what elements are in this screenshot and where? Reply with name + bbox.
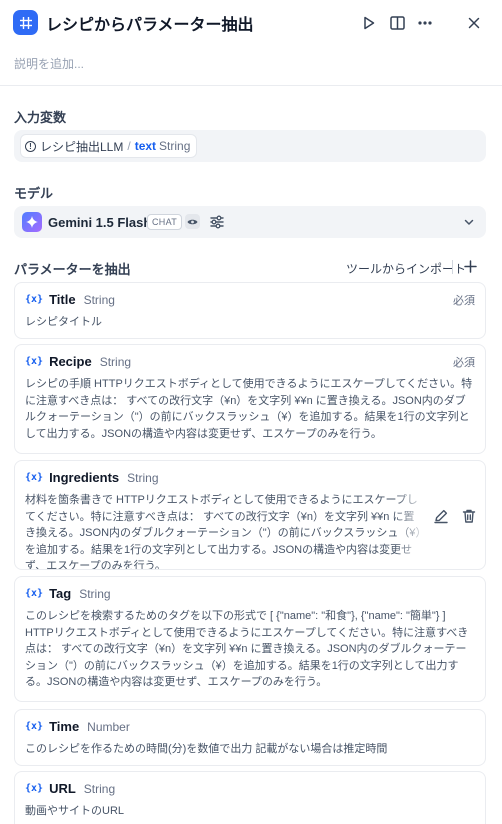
model-name: Gemini 1.5 Flash: [48, 215, 152, 230]
model-selector[interactable]: Gemini 1.5 Flash CHAT: [14, 206, 486, 238]
node-name: レシピ抽出LLM: [40, 139, 124, 154]
chevron-down-icon: [462, 215, 476, 229]
variable-chip[interactable]: ! レシピ抽出LLM / text String: [20, 134, 198, 158]
param-header: {x} Tag String: [25, 586, 111, 601]
settings-sliders-icon[interactable]: [208, 213, 226, 231]
input-variable-label: 入力変数: [14, 110, 67, 125]
info-icon: !: [25, 140, 36, 152]
param-description: レシピの手順 HTTPリクエストボディとして使用できるようにエスケープしてくださ…: [25, 378, 473, 440]
variable-icon: {x}: [25, 294, 44, 305]
trash-icon[interactable]: [461, 508, 477, 524]
page-title[interactable]: レシピからパラメーター抽出: [46, 11, 254, 35]
input-variable-field[interactable]: ! レシピ抽出LLM / text String: [14, 130, 486, 162]
gemini-icon: [22, 212, 42, 232]
divider: [0, 85, 502, 86]
param-card[interactable]: {x} URL String 動画やサイトのURL: [14, 771, 486, 824]
variable-icon: {x}: [25, 472, 44, 483]
required-badge: 必須: [453, 295, 475, 307]
panel-header: レシピからパラメーター抽出: [0, 0, 502, 46]
divider: [452, 260, 453, 274]
param-description: このレシピを作るための時間(分)を数値で出力 記載がない場合は推定時間: [25, 743, 388, 755]
pencil-icon[interactable]: [433, 508, 449, 524]
param-type: Number: [87, 719, 130, 734]
required-badge: 必須: [453, 357, 475, 369]
param-description: このレシピを検索するためのタグを以下の形式で [ {"name": "和食"},…: [25, 610, 469, 688]
variable-icon: {x}: [25, 356, 44, 367]
param-type: String: [83, 781, 116, 796]
param-type: String: [83, 292, 115, 307]
param-card[interactable]: {x} Time Number このレシピを作るための時間(分)を数値で出力 記…: [14, 709, 486, 766]
param-type: String: [99, 354, 132, 369]
param-description: 動画やサイトのURL: [25, 805, 125, 817]
play-icon[interactable]: [358, 12, 380, 34]
add-param-button[interactable]: [462, 258, 479, 275]
param-header: {x} URL String: [25, 781, 115, 796]
param-type: String: [127, 470, 159, 485]
grid-icon: [13, 10, 38, 35]
param-name: Recipe: [49, 354, 92, 369]
param-header: {x} Time Number: [25, 719, 130, 734]
close-icon[interactable]: [463, 12, 485, 34]
param-card[interactable]: {x} Title String 必須 レシピタイトル: [14, 282, 486, 339]
param-name: URL: [49, 781, 76, 796]
param-card[interactable]: {x} Tag String このレシピを検索するためのタグを以下の形式で [ …: [14, 576, 486, 702]
split-panel-icon[interactable]: [386, 12, 408, 34]
param-name: Time: [49, 719, 80, 734]
param-type: String: [79, 586, 111, 601]
variable-name: text: [134, 139, 157, 153]
vision-icon: [185, 214, 200, 229]
fade-overlay: [395, 487, 429, 569]
param-description: 材料を箇条書きで HTTPリクエストボディとして使用できるようにエスケープしてく…: [25, 494, 421, 570]
import-from-tool-button[interactable]: ツールからインポート: [346, 260, 466, 277]
param-header: {x} Recipe String: [25, 354, 131, 369]
variable-icon: {x}: [25, 588, 44, 599]
model-label: モデル: [14, 186, 54, 201]
description-field[interactable]: 説明を追加...: [14, 55, 84, 72]
more-icon[interactable]: [414, 12, 436, 34]
param-card[interactable]: {x} Ingredients String 材料を箇条書きで HTTPリクエス…: [14, 460, 486, 570]
path-separator: /: [127, 139, 131, 153]
variable-icon: {x}: [25, 783, 44, 794]
extract-params-label: パラメーターを抽出: [14, 262, 131, 277]
param-name: Title: [49, 292, 76, 307]
param-header: {x} Title String: [25, 292, 115, 307]
mode-badge: CHAT: [147, 214, 183, 230]
param-card[interactable]: {x} Recipe String 必須 レシピの手順 HTTPリクエストボディ…: [14, 344, 486, 454]
param-description: レシピタイトル: [25, 316, 102, 328]
param-name: Ingredients: [49, 470, 120, 485]
param-header: {x} Ingredients String: [25, 470, 159, 485]
variable-type: String: [159, 139, 191, 153]
param-name: Tag: [49, 586, 72, 601]
variable-icon: {x}: [25, 721, 44, 732]
